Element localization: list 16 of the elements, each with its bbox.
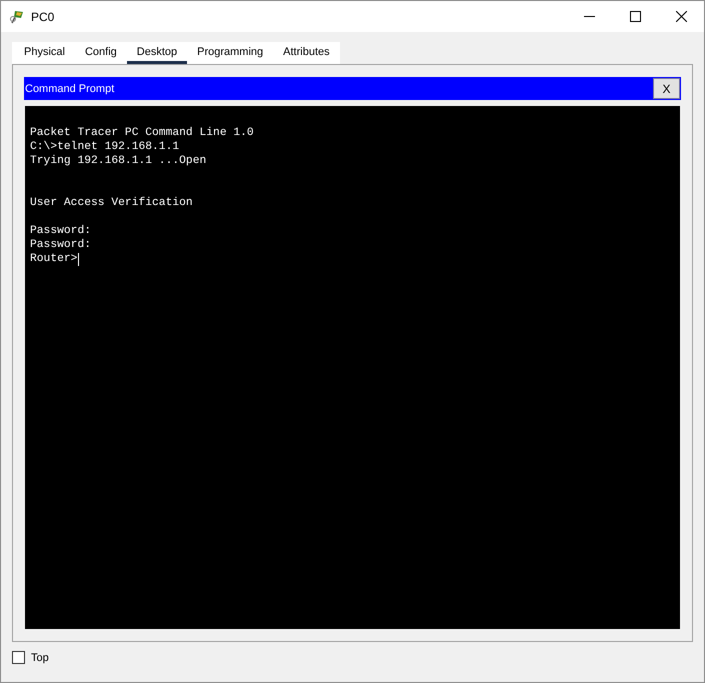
terminal-output: Packet Tracer PC Command Line 1.0 C:\>telnet 192.168.1.1 Trying 192.168.1.1 ...Open User Access Verification Password: Password:	[30, 126, 254, 252]
maximize-icon	[630, 11, 640, 22]
tab[interactable]: Physical	[14, 42, 75, 64]
top-checkbox[interactable]	[12, 651, 25, 664]
tab[interactable]: Attributes	[273, 42, 340, 64]
app-icon	[9, 8, 25, 24]
app-close-button[interactable]: X	[653, 78, 680, 99]
cursor-icon	[78, 252, 80, 266]
top-label: Top	[31, 652, 49, 664]
app-title: Command Prompt	[25, 82, 114, 94]
command-prompt: Router>	[30, 252, 78, 266]
tab[interactable]: Programming	[187, 42, 274, 64]
tab[interactable]: Desktop	[126, 42, 188, 64]
tab[interactable]: Config	[74, 42, 127, 64]
close-icon	[676, 11, 686, 22]
window-title: PC0	[31, 10, 54, 24]
